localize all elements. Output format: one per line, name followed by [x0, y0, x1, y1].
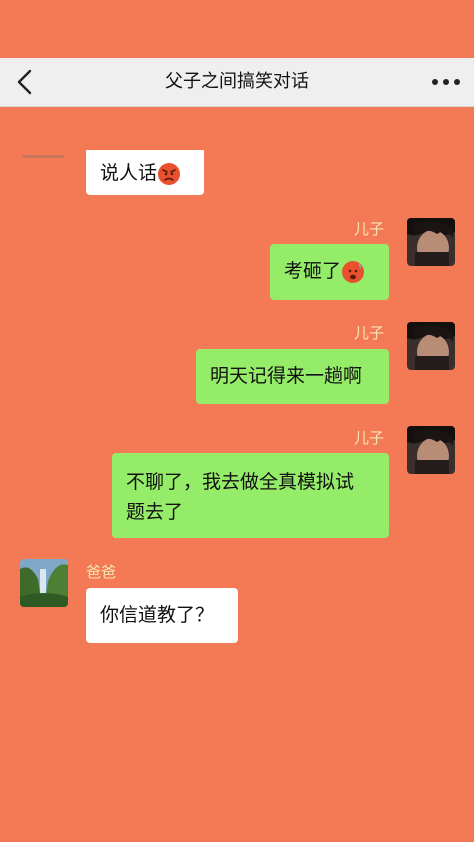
message-text: 考砸了 [284, 260, 342, 282]
message-bubble[interactable]: 你信道教了？ [86, 588, 238, 643]
son-avatar[interactable] [407, 322, 455, 370]
father-avatar[interactable] [20, 559, 68, 607]
son-avatar[interactable] [407, 426, 455, 474]
message-text-line: 不聊了，我去做全真模拟试 [126, 471, 355, 493]
message-bubble[interactable]: 说人话 [86, 150, 204, 195]
message-text: 明天记得来一趟啊 [210, 365, 363, 387]
message-bubble[interactable]: 不聊了，我去做全真模拟试 题去了 [112, 453, 389, 538]
hot-face-icon [342, 260, 365, 283]
message-bubble[interactable]: 考砸了 [270, 244, 389, 300]
sender-name: 儿子 [354, 429, 385, 447]
message-bubble[interactable]: 明天记得来一趟啊 [196, 349, 389, 404]
message-text: 你信道教了？ [100, 604, 215, 626]
son-avatar[interactable] [407, 218, 455, 266]
message-text: 说人话 [100, 162, 158, 184]
sender-name: 儿子 [354, 324, 385, 342]
chat-title: 父子之间搞笑对话 [165, 71, 309, 92]
message-text-line: 题去了 [126, 501, 184, 523]
angry-face-icon [158, 162, 181, 185]
clipped-avatar-fragment [22, 155, 64, 158]
sender-name: 儿子 [354, 220, 385, 238]
more-options-icon[interactable] [426, 66, 466, 98]
nav-bar: 父子之间搞笑对话 [0, 58, 474, 107]
sender-name: 爸爸 [86, 563, 117, 581]
